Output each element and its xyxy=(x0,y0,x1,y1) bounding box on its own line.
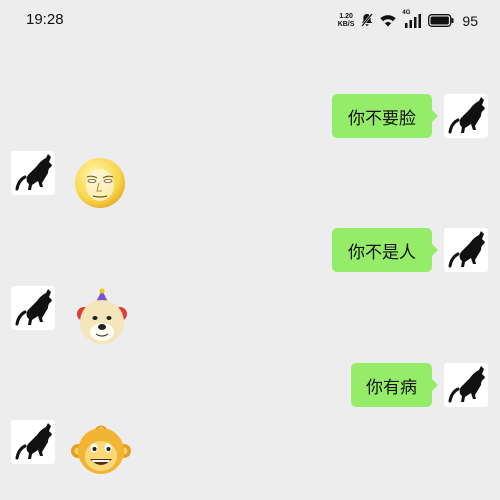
black-cat-avatar-icon xyxy=(15,154,52,191)
sent-message-bubble[interactable]: 你有病 xyxy=(351,363,438,407)
notifications-off-icon xyxy=(360,12,374,31)
black-cat-avatar-icon xyxy=(15,289,52,326)
message-text: 你不是人 xyxy=(348,242,416,263)
black-cat-avatar-icon xyxy=(448,366,485,403)
contact-avatar[interactable] xyxy=(11,151,55,195)
pale-moon-face-emoji[interactable] xyxy=(72,155,128,211)
network-speed-value: 1.20 xyxy=(339,13,353,20)
my-avatar[interactable] xyxy=(444,228,488,272)
contact-avatar[interactable] xyxy=(11,286,55,330)
grinning-monkey-emoji[interactable] xyxy=(70,423,132,479)
contact-avatar[interactable] xyxy=(11,420,55,464)
black-cat-avatar-icon xyxy=(448,231,485,268)
status-time: 19:28 xyxy=(26,11,64,28)
sent-message-bubble[interactable]: 你不是人 xyxy=(332,228,438,272)
wifi-icon xyxy=(380,12,397,31)
battery-icon xyxy=(428,12,454,31)
network-speed-unit: KB/S xyxy=(337,21,355,28)
my-avatar[interactable] xyxy=(444,363,488,407)
message-text: 你有病 xyxy=(366,377,417,398)
cellular-signal-icon: 4G xyxy=(402,10,422,28)
status-bar: 19:28 1.20 KB/S 4G 95 xyxy=(0,0,500,40)
battery-percentage: 95 xyxy=(462,13,478,29)
network-speed: 1.20 KB/S xyxy=(338,13,355,29)
sent-message-bubble[interactable]: 你不要脸 xyxy=(332,94,438,138)
doge-clown-emoji[interactable] xyxy=(72,288,132,348)
message-text: 你不要脸 xyxy=(348,108,416,129)
black-cat-avatar-icon xyxy=(15,423,52,460)
black-cat-avatar-icon xyxy=(448,97,485,134)
my-avatar[interactable] xyxy=(444,94,488,138)
status-icons: 1.20 KB/S 4G 95 xyxy=(338,10,478,31)
